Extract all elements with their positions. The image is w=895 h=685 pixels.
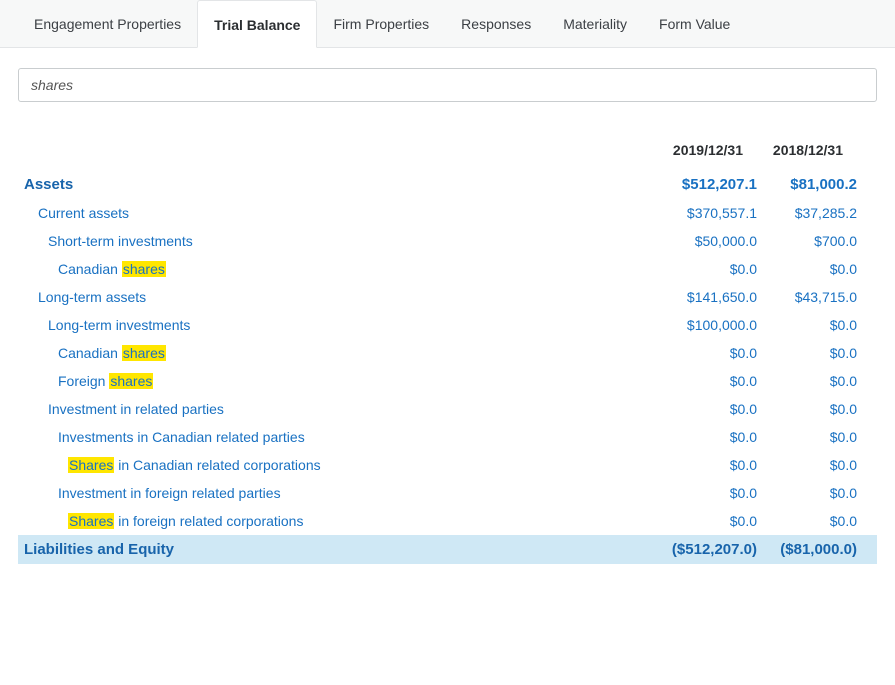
search-input[interactable] [18,68,877,102]
row-label: Shares in Canadian related corporations [24,457,657,473]
row-value: $0.0 [657,513,757,529]
grid-body[interactable]: Assets$512,207.1$81,000.2Current assets$… [18,170,877,570]
row-value: ($512,207.0) [657,541,757,558]
row-value: $0.0 [657,457,757,473]
tab-engagement-properties[interactable]: Engagement Properties [18,0,197,47]
row-label: Investment in foreign related parties [24,485,657,501]
row-label: Long-term investments [24,317,657,333]
row-value: $141,650.0 [657,289,757,305]
row-value: $0.0 [757,457,857,473]
row-value: $0.0 [657,485,757,501]
table-row[interactable]: Long-term investments$100,000.0$0.0 [18,311,877,339]
row-label: Foreign shares [24,373,657,389]
row-value: $43,715.0 [757,289,857,305]
trial-balance-grid: 2019/12/31 2018/12/31 Assets$512,207.1$8… [18,142,877,570]
row-value: $512,207.1 [657,176,757,193]
table-row[interactable]: Liabilities and Equity($512,207.0)($81,0… [18,535,877,564]
row-value: ($81,000.0) [757,541,857,558]
content: 2019/12/31 2018/12/31 Assets$512,207.1$8… [0,48,895,570]
row-value: $0.0 [757,373,857,389]
row-value: $0.0 [657,401,757,417]
column-header: 2019/12/31 [643,142,743,158]
table-row[interactable]: Investment in foreign related parties$0.… [18,479,877,507]
tab-responses[interactable]: Responses [445,0,547,47]
row-value: $0.0 [757,317,857,333]
table-row[interactable]: Shares in Canadian related corporations$… [18,451,877,479]
row-label: Current assets [24,205,657,221]
row-value: $0.0 [757,485,857,501]
tab-trial-balance[interactable]: Trial Balance [197,0,317,48]
row-label: Long-term assets [24,289,657,305]
row-label: Shares in foreign related corporations [24,513,657,529]
row-value: $0.0 [757,513,857,529]
table-row[interactable]: Current assets$370,557.1$37,285.2 [18,199,877,227]
table-row[interactable]: Canadian shares$0.0$0.0 [18,255,877,283]
row-value: $37,285.2 [757,205,857,221]
row-label: Short-term investments [24,233,657,249]
row-label: Canadian shares [24,261,657,277]
tab-form-value[interactable]: Form Value [643,0,746,47]
tab-firm-properties[interactable]: Firm Properties [317,0,445,47]
row-value: $50,000.0 [657,233,757,249]
table-row[interactable]: Long-term assets$141,650.0$43,715.0 [18,283,877,311]
row-value: $0.0 [757,401,857,417]
table-row[interactable]: Investment in related parties$0.0$0.0 [18,395,877,423]
row-value: $0.0 [657,261,757,277]
table-row[interactable]: Assets$512,207.1$81,000.2 [18,170,877,199]
row-value: $0.0 [757,261,857,277]
row-label: Investment in related parties [24,401,657,417]
table-row[interactable]: Foreign shares$0.0$0.0 [18,367,877,395]
table-row[interactable]: Short-term investments$50,000.0$700.0 [18,227,877,255]
row-label: Investments in Canadian related parties [24,429,657,445]
row-label: Canadian shares [24,345,657,361]
tabbar: Engagement PropertiesTrial BalanceFirm P… [0,0,895,48]
row-value: $0.0 [757,429,857,445]
row-label: Assets [24,176,657,193]
row-value: $0.0 [657,429,757,445]
table-row[interactable]: Canadian shares$0.0$0.0 [18,339,877,367]
table-row[interactable]: Liabilities($248,519.0)($68,795.0) [18,564,877,570]
row-value: $81,000.2 [757,176,857,193]
row-label: Liabilities and Equity [24,541,657,558]
row-value: $0.0 [757,345,857,361]
table-row[interactable]: Investments in Canadian related parties$… [18,423,877,451]
grid-header: 2019/12/31 2018/12/31 [18,142,877,170]
row-value: $370,557.1 [657,205,757,221]
row-value: $0.0 [657,345,757,361]
column-header: 2018/12/31 [743,142,843,158]
row-value: $0.0 [657,373,757,389]
tab-materiality[interactable]: Materiality [547,0,643,47]
row-value: $700.0 [757,233,857,249]
table-row[interactable]: Shares in foreign related corporations$0… [18,507,877,535]
row-value: $100,000.0 [657,317,757,333]
